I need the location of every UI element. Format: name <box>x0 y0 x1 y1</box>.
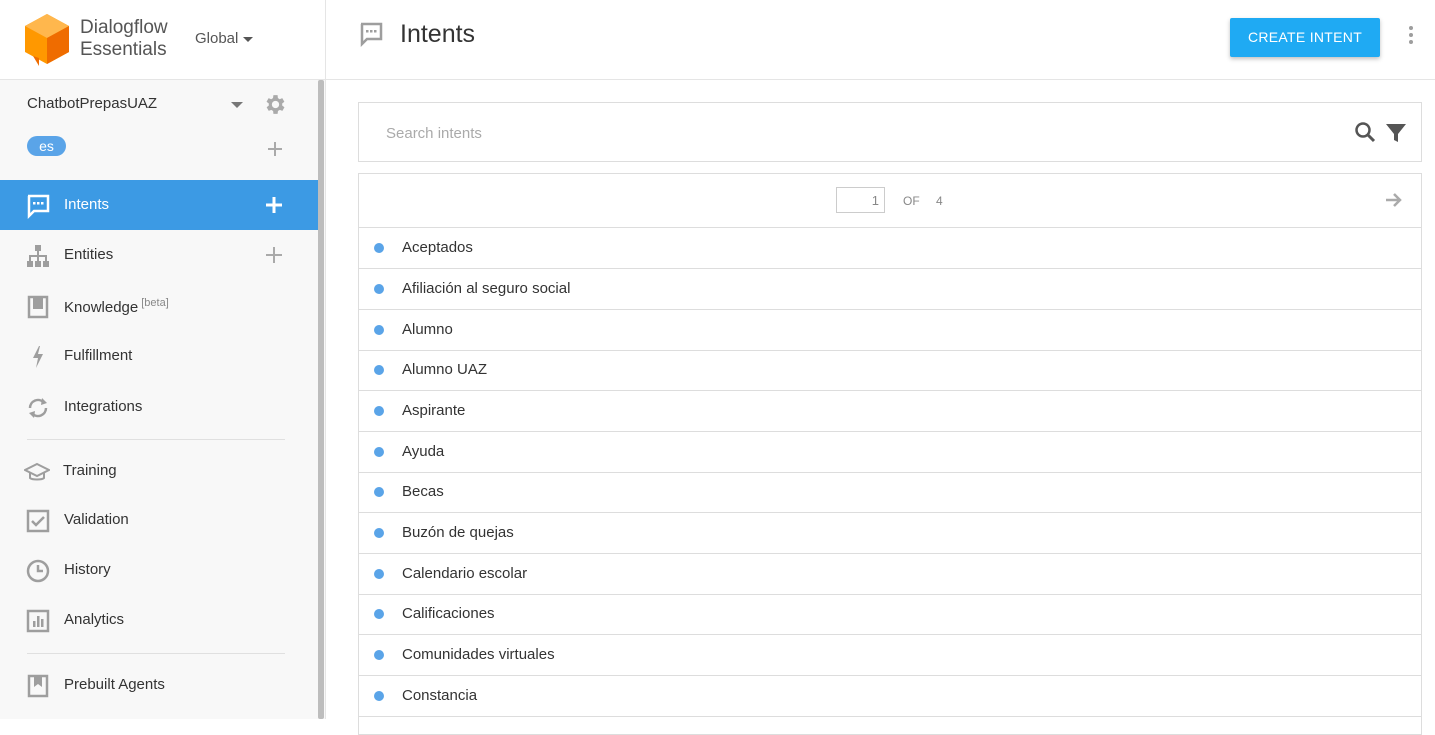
intent-list: OF 4 Aceptados Afiliación al seguro soci… <box>358 173 1422 735</box>
add-intent-icon[interactable] <box>264 195 284 215</box>
sidebar-item-label: Validation <box>64 511 129 528</box>
sidebar-item-label: Prebuilt Agents <box>64 676 165 693</box>
sidebar-item-label: Fulfillment <box>64 347 133 364</box>
sidebar-item-intents[interactable]: Intents <box>0 180 318 230</box>
chat-bubble-icon <box>360 22 383 47</box>
intent-row[interactable]: Buzón de quejas <box>359 513 1421 554</box>
hierarchy-icon <box>27 245 49 267</box>
sidebar-item-analytics[interactable]: Analytics <box>0 595 318 645</box>
status-dot <box>374 325 384 335</box>
lightning-icon <box>33 346 43 368</box>
sidebar-item-validation[interactable]: Validation <box>0 495 318 545</box>
intent-name: Buzón de quejas <box>402 524 514 541</box>
sidebar-item-label: Analytics <box>64 611 125 628</box>
status-dot <box>374 243 384 253</box>
intent-name: Calendario escolar <box>402 565 528 582</box>
sidebar: Dialogflow Essentials Global ChatbotPrep… <box>0 0 326 719</box>
status-dot <box>374 650 384 660</box>
search-icon[interactable] <box>1354 121 1376 143</box>
intent-name: Aspirante <box>402 402 466 419</box>
intent-name: Calificaciones <box>402 605 495 622</box>
sidebar-item-label: Knowledge [beta] <box>64 297 169 316</box>
pagination: OF 4 <box>359 174 1421 228</box>
status-dot <box>374 528 384 538</box>
intent-name: Alumno <box>402 321 453 338</box>
add-language-icon[interactable] <box>266 140 284 158</box>
intent-row[interactable]: Aspirante <box>359 391 1421 432</box>
brand-header: Dialogflow Essentials Global <box>0 0 325 80</box>
intent-row[interactable]: Becas <box>359 472 1421 513</box>
sidebar-scrollbar[interactable] <box>318 80 324 719</box>
gear-icon[interactable] <box>263 92 288 117</box>
intent-name: Alumno UAZ <box>402 361 488 378</box>
intent-row[interactable]: Alumno <box>359 310 1421 351</box>
arrow-right-icon[interactable] <box>1384 190 1404 210</box>
book-icon <box>27 295 49 319</box>
beta-badge: [beta] <box>141 297 169 309</box>
intent-row[interactable]: Alumno UAZ <box>359 350 1421 391</box>
intent-row[interactable]: Comunidades virtuales <box>359 635 1421 676</box>
page-header: Intents CREATE INTENT <box>326 0 1435 80</box>
sidebar-divider <box>27 653 285 654</box>
add-entity-icon[interactable] <box>264 245 284 265</box>
intent-row[interactable]: Constancia <box>359 676 1421 717</box>
intent-row[interactable]: Calendario escolar <box>359 554 1421 595</box>
intent-name: Comunidades virtuales <box>402 646 555 663</box>
intent-row[interactable]: Aceptados <box>359 228 1421 269</box>
create-intent-button[interactable]: CREATE INTENT <box>1230 18 1380 57</box>
status-dot <box>374 406 384 416</box>
checkbox-icon <box>26 509 50 533</box>
more-options-icon[interactable] <box>1408 26 1414 46</box>
language-badge[interactable]: es <box>27 136 66 156</box>
intent-row[interactable]: Calificaciones <box>359 594 1421 635</box>
intent-name: Afiliación al seguro social <box>402 280 571 297</box>
status-dot <box>374 284 384 294</box>
region-selector[interactable]: Global <box>195 30 254 47</box>
sidebar-divider <box>27 439 285 440</box>
intent-name: Ayuda <box>402 443 445 460</box>
search-bar <box>358 102 1422 162</box>
intent-name: Aceptados <box>402 239 473 256</box>
search-input[interactable] <box>384 121 1288 145</box>
page-title: Intents <box>400 20 476 48</box>
sidebar-item-label: Integrations <box>64 398 143 415</box>
sidebar-item-fulfillment[interactable]: Fulfillment <box>0 331 318 381</box>
sidebar-item-integrations[interactable]: Integrations <box>0 382 318 432</box>
product-name: Dialogflow Essentials <box>80 17 168 60</box>
status-dot <box>374 447 384 457</box>
status-dot <box>374 609 384 619</box>
sidebar-item-label: History <box>64 561 111 578</box>
status-dot <box>374 487 384 497</box>
intent-row[interactable]: Ayuda <box>359 432 1421 473</box>
total-pages: 4 <box>936 194 943 208</box>
intent-name: Constancia <box>402 687 478 704</box>
bar-chart-icon <box>26 609 50 633</box>
sidebar-item-label: Training <box>63 462 117 479</box>
sidebar-item-entities[interactable]: Entities <box>0 230 318 280</box>
sidebar-item-history[interactable]: History <box>0 545 318 595</box>
page-number-input[interactable] <box>836 187 885 213</box>
sidebar-item-training[interactable]: Training <box>0 446 318 496</box>
agent-dropdown-icon[interactable] <box>231 102 243 108</box>
dialogflow-logo-icon <box>25 14 69 66</box>
clock-icon <box>26 559 50 583</box>
sidebar-item-label: Entities <box>64 246 114 263</box>
sidebar-item-label: Intents <box>64 196 110 213</box>
status-dot <box>374 365 384 375</box>
status-dot <box>374 569 384 579</box>
chat-bubble-icon <box>27 194 50 219</box>
intent-name: Becas <box>402 483 444 500</box>
intent-row[interactable]: Afiliación al seguro social <box>359 269 1421 310</box>
status-dot <box>374 691 384 701</box>
sync-icon <box>28 398 48 418</box>
sidebar-item-knowledge[interactable]: Knowledge [beta] <box>0 281 318 331</box>
of-label: OF <box>903 194 920 208</box>
graduation-cap-icon <box>24 462 50 481</box>
bookmark-book-icon <box>27 674 49 698</box>
chevron-down-icon <box>243 36 254 42</box>
sidebar-item-prebuilt-agents[interactable]: Prebuilt Agents <box>0 660 318 710</box>
agent-name[interactable]: ChatbotPrepasUAZ <box>27 95 157 112</box>
filter-icon[interactable] <box>1385 122 1407 144</box>
